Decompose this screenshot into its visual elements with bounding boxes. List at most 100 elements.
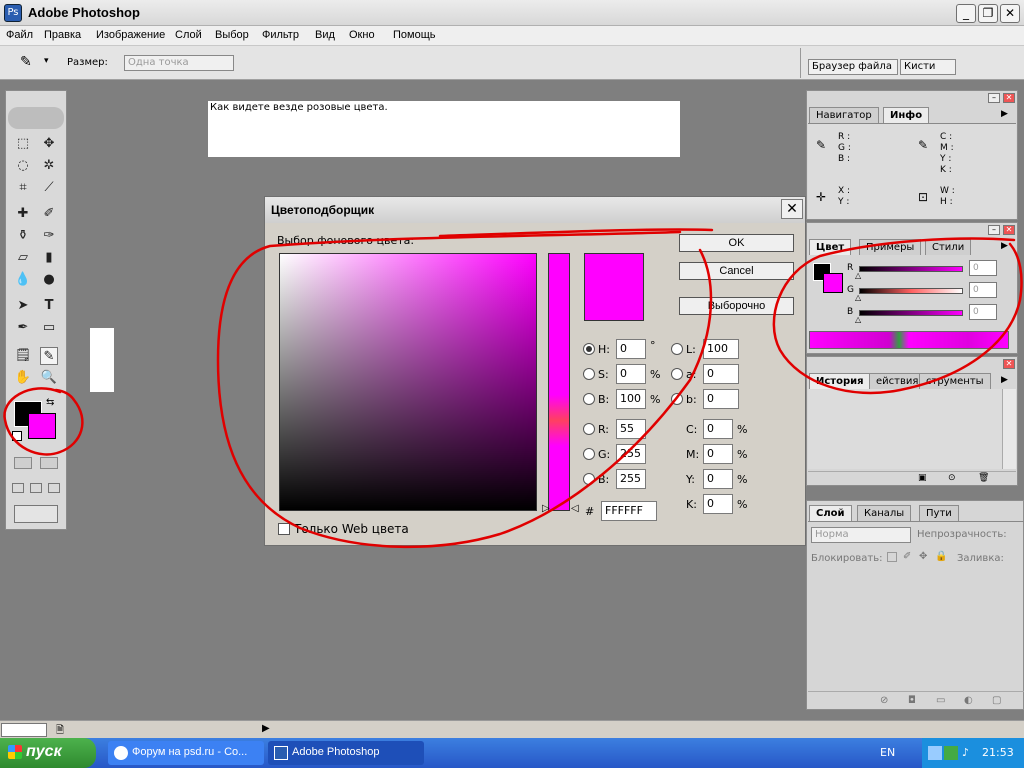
history-trash-icon[interactable]: 🗑: [978, 473, 989, 483]
menu-filter[interactable]: Фильтр: [262, 29, 299, 41]
field-lab-b[interactable]: 0: [703, 389, 739, 409]
history-scrollbar[interactable]: [1002, 389, 1016, 469]
swap-colors-icon[interactable]: ⇆: [46, 397, 54, 408]
menu-edit[interactable]: Правка: [44, 29, 81, 41]
menu-file[interactable]: Файл: [6, 29, 33, 41]
gradient-icon[interactable]: ▮: [40, 249, 58, 267]
radio-h[interactable]: [583, 343, 595, 355]
menu-view[interactable]: Вид: [315, 29, 335, 41]
close-button[interactable]: ✕: [1000, 4, 1020, 23]
zoom-field[interactable]: [1, 723, 47, 737]
field-panel-g[interactable]: 0: [969, 282, 997, 298]
menu-image[interactable]: Изображение: [96, 29, 165, 41]
path-select-icon[interactable]: ➤: [14, 297, 32, 315]
dodge-icon[interactable]: ●: [40, 271, 58, 289]
brush-icon[interactable]: ✐: [40, 205, 58, 223]
minimize-button[interactable]: _: [956, 4, 976, 23]
slice-icon[interactable]: ⟋: [40, 179, 58, 197]
radio-blue[interactable]: [583, 473, 595, 485]
cancel-button[interactable]: Cancel: [679, 262, 794, 280]
tab-history[interactable]: История: [809, 373, 871, 389]
tab-paths[interactable]: Пути: [919, 505, 959, 521]
lock-move-icon[interactable]: ✥: [919, 551, 927, 562]
slider-g[interactable]: [859, 288, 963, 294]
healing-brush-icon[interactable]: ✚: [14, 205, 32, 223]
field-panel-r[interactable]: 0: [969, 260, 997, 276]
tab-info[interactable]: Инфо: [883, 107, 930, 123]
radio-s[interactable]: [583, 368, 595, 380]
field-m[interactable]: 0: [703, 444, 733, 464]
tab-color[interactable]: Цвет: [809, 239, 852, 255]
new-layer-icon[interactable]: ▢: [992, 695, 1001, 706]
tab-channels[interactable]: Каналы: [857, 505, 912, 521]
camera-icon[interactable]: ⊙: [948, 473, 956, 483]
layer-style-icon[interactable]: ⊘: [880, 695, 888, 706]
color-panel-menu-icon[interactable]: ▶: [1001, 241, 1008, 251]
magic-wand-icon[interactable]: ✲: [40, 157, 58, 175]
field-c[interactable]: 0: [703, 419, 733, 439]
screen-mode-2-icon[interactable]: [30, 483, 42, 493]
lasso-icon[interactable]: ◌: [14, 157, 32, 175]
field-k[interactable]: 0: [703, 494, 733, 514]
tab-swatches[interactable]: Примеры: [859, 239, 922, 255]
tab-file-browser[interactable]: Браузер файла: [808, 59, 898, 75]
radio-l[interactable]: [671, 343, 683, 355]
pen-icon[interactable]: ✒: [14, 319, 32, 337]
tray-volume-icon[interactable]: ♪: [962, 746, 976, 760]
field-r[interactable]: 55: [616, 419, 646, 439]
move-icon[interactable]: ✥: [40, 135, 58, 153]
eyedropper-tool-icon[interactable]: ✎: [40, 347, 58, 365]
panel-bg-swatch[interactable]: [823, 273, 843, 293]
language-indicator[interactable]: EN: [880, 746, 895, 759]
layer-set-icon[interactable]: ▭: [936, 695, 945, 706]
panel-menu-icon[interactable]: ▶: [1001, 109, 1008, 119]
radio-b[interactable]: [583, 393, 595, 405]
type-icon[interactable]: T: [40, 297, 58, 315]
history-menu-icon[interactable]: ▶: [1001, 375, 1008, 385]
tab-layers[interactable]: Слой: [809, 505, 852, 521]
panel-minimize-icon[interactable]: –: [988, 93, 1000, 103]
custom-button[interactable]: Выборочно: [679, 297, 794, 315]
layer-mask-icon[interactable]: ◘: [908, 695, 916, 706]
zoom-icon[interactable]: 🔍: [40, 369, 58, 387]
color-panel-minimize-icon[interactable]: –: [988, 225, 1000, 235]
field-blue[interactable]: 255: [616, 469, 646, 489]
tray-app-icon[interactable]: [944, 746, 958, 760]
tab-actions[interactable]: ействия: [869, 373, 926, 389]
lock-transparent-icon[interactable]: [887, 552, 897, 562]
dialog-close-button[interactable]: ✕: [781, 199, 803, 219]
taskbar-item-photoshop[interactable]: Adobe Photoshop: [268, 741, 424, 765]
history-brush-icon[interactable]: ✑: [40, 227, 58, 245]
taskbar-item-browser[interactable]: Форум на psd.ru - Co...: [108, 741, 264, 765]
tab-navigator[interactable]: Навигатор: [809, 107, 879, 123]
stamp-icon[interactable]: ⚱: [14, 227, 32, 245]
eyedropper-icon[interactable]: ✎: [20, 54, 32, 70]
menu-help[interactable]: Помощь: [393, 29, 436, 41]
slider-r-handle-icon[interactable]: △: [855, 271, 861, 280]
radio-g[interactable]: [583, 448, 595, 460]
field-s[interactable]: 0: [616, 364, 646, 384]
marquee-icon[interactable]: ⬚: [14, 135, 32, 153]
hand-icon[interactable]: ✋: [14, 369, 32, 387]
web-only-checkbox[interactable]: [278, 523, 290, 535]
slider-handle-left-icon[interactable]: ▷: [542, 503, 550, 514]
menu-window[interactable]: Окно: [349, 29, 375, 41]
screen-mode-3-icon[interactable]: [48, 483, 60, 493]
slider-b-handle-icon[interactable]: △: [855, 315, 861, 324]
field-l[interactable]: 100: [703, 339, 739, 359]
radio-a[interactable]: [671, 368, 683, 380]
color-panel-close-icon[interactable]: ✕: [1003, 225, 1015, 235]
blend-mode-select[interactable]: Норма: [811, 527, 911, 543]
jump-to-imageready-icon[interactable]: [14, 505, 58, 523]
radio-lab-b[interactable]: [671, 393, 683, 405]
background-color-swatch[interactable]: [28, 413, 56, 439]
lock-all-icon[interactable]: 🔒: [935, 551, 947, 562]
eraser-icon[interactable]: ▱: [14, 249, 32, 267]
slider-b[interactable]: [859, 310, 963, 316]
field-panel-b[interactable]: 0: [969, 304, 997, 320]
color-field[interactable]: [279, 253, 537, 511]
history-close-icon[interactable]: ✕: [1003, 359, 1015, 369]
crop-icon[interactable]: ⌗: [14, 179, 32, 197]
blur-icon[interactable]: 💧: [14, 271, 32, 289]
adjustment-layer-icon[interactable]: ◐: [964, 695, 973, 706]
